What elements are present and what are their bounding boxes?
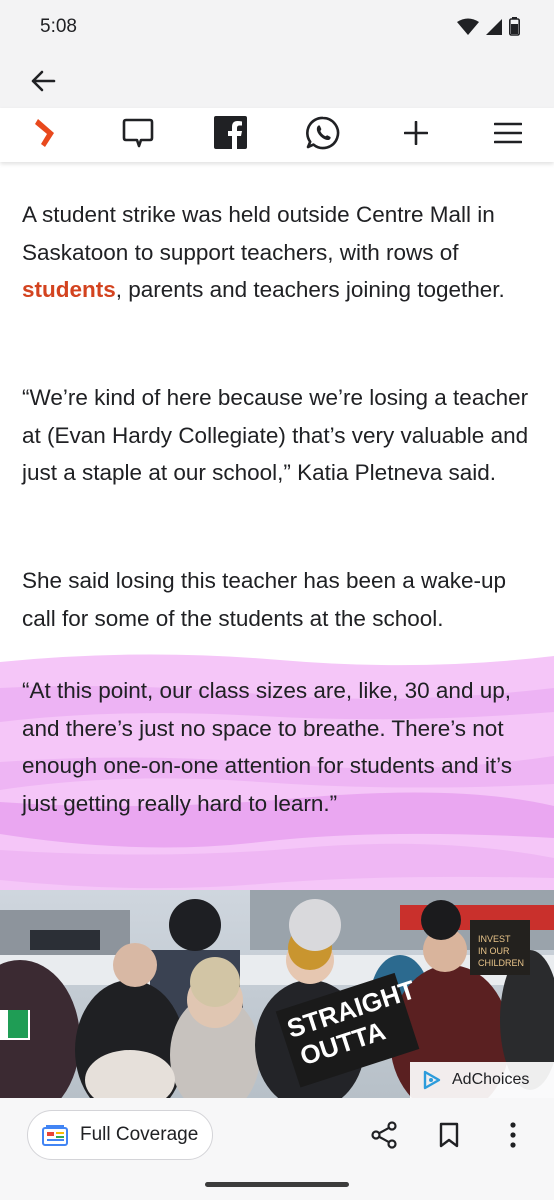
add-button[interactable] — [398, 118, 434, 152]
sign-small-3: CHILDREN — [478, 958, 524, 968]
quote-paragraph: “At this point, our class sizes are, lik… — [22, 678, 512, 816]
arrow-back-icon — [30, 69, 56, 98]
plus-icon — [403, 120, 429, 150]
more-vert-icon — [510, 1122, 516, 1148]
status-icons — [457, 17, 520, 41]
menu-icon — [493, 122, 523, 149]
comments-button[interactable] — [120, 118, 156, 152]
back-button[interactable] — [26, 66, 60, 100]
sign-small-1: INVEST — [478, 934, 511, 944]
paragraph-1-text: A student strike was held outside Centre… — [22, 202, 495, 265]
whatsapp-icon — [306, 116, 340, 155]
adchoices-badge[interactable]: AdChoices — [410, 1062, 554, 1098]
adchoices-label: AdChoices — [452, 1071, 530, 1088]
site-logo-button[interactable] — [28, 118, 64, 152]
article-body: A student strike was held outside Centre… — [0, 162, 554, 890]
wifi-icon — [457, 18, 479, 41]
full-coverage-button[interactable]: Full Coverage — [27, 1110, 213, 1160]
paragraph-3: She said losing this teacher has been a … — [22, 568, 507, 631]
site-toolbar — [0, 108, 554, 162]
cell-signal-icon — [485, 18, 503, 41]
sign-small-2: IN OUR — [478, 946, 510, 956]
menu-button[interactable] — [490, 118, 526, 152]
share-button[interactable] — [369, 1120, 399, 1150]
paragraph-1-text-end: , parents and teachers joining together. — [115, 277, 505, 302]
bottom-bar: Full Coverage — [0, 1098, 554, 1200]
facebook-icon — [213, 116, 247, 154]
article-photo[interactable]: INVEST IN OUR CHILDREN STRAIGHT OUTTA Ad… — [0, 890, 554, 1098]
bookmark-button[interactable] — [434, 1120, 464, 1150]
app-bar — [0, 56, 554, 108]
more-options-button[interactable] — [498, 1120, 528, 1150]
bookmark-icon — [439, 1122, 459, 1148]
facebook-share-button[interactable] — [212, 116, 248, 154]
status-time: 5:08 — [40, 16, 77, 37]
students-link[interactable]: students — [22, 277, 116, 302]
site-logo-icon — [35, 117, 57, 154]
comment-icon — [122, 118, 154, 153]
paragraph-2: “We’re kind of here because we’re losing… — [22, 385, 529, 485]
paragraph-1: A student strike was held outside Centre… — [22, 196, 537, 309]
status-bar: 5:08 — [0, 0, 554, 56]
full-coverage-label: Full Coverage — [80, 1124, 199, 1145]
whatsapp-share-button[interactable] — [305, 116, 341, 155]
adchoices-icon — [423, 1070, 441, 1090]
full-coverage-icon — [42, 1125, 68, 1146]
home-indicator[interactable] — [205, 1182, 349, 1187]
battery-icon — [509, 17, 520, 41]
share-icon — [371, 1121, 397, 1149]
